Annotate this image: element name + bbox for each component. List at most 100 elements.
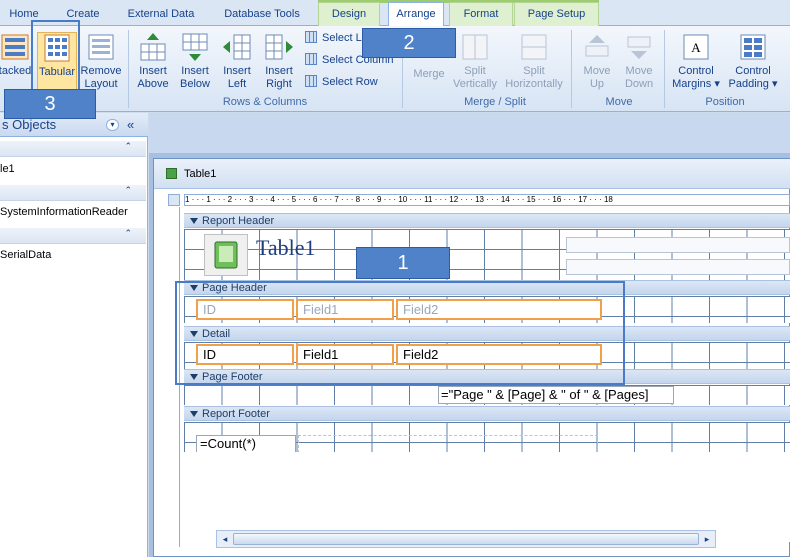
- select-column-icon: [305, 53, 317, 65]
- insert-below-icon: [182, 33, 208, 61]
- move-up-icon: [585, 35, 609, 57]
- select-row-icon: [305, 75, 317, 87]
- insert-right-icon: [265, 34, 293, 60]
- control-padding-button[interactable]: Control Padding ▾: [726, 32, 780, 91]
- nav-item-table1[interactable]: le1: [0, 163, 15, 175]
- control-padding-icon: [740, 34, 766, 60]
- split-horizontally-button[interactable]: Split Horizontally: [502, 32, 566, 91]
- nav-group-header[interactable]: ⌃: [0, 228, 146, 244]
- move-down-label-2: Down: [624, 78, 654, 90]
- remove-label: Remove: [80, 65, 122, 77]
- control-margins-label-2: Margins: [672, 78, 712, 90]
- navigation-pane-title: s Objects: [2, 117, 57, 132]
- select-layout-label: Select La: [322, 32, 368, 44]
- move-up-label-2: Up: [589, 78, 605, 90]
- move-down-label-1: Move: [625, 65, 653, 77]
- nav-item-serialdata[interactable]: SerialData: [0, 249, 51, 261]
- report-logo-icon: [214, 241, 238, 269]
- control-margins-label-1: Control: [678, 65, 714, 77]
- move-up-label-1: Move: [583, 65, 611, 77]
- merge-split-group-label: Merge / Split: [464, 96, 526, 108]
- collapse-pane-icon[interactable]: «: [127, 113, 134, 137]
- ribbon-separator: [571, 30, 572, 108]
- insert-left-label-2: Left: [227, 78, 247, 90]
- nav-dropdown-icon[interactable]: ▾: [106, 119, 119, 131]
- empty-footer-placeholder: [298, 435, 598, 453]
- layout-highlight: [175, 281, 625, 385]
- report-logo[interactable]: [204, 234, 248, 276]
- count-textbox[interactable]: =Count(*): [196, 435, 296, 453]
- horizontal-ruler: 1 · · · 1 · · · 2 · · · 3 · · · 4 · · · …: [184, 194, 790, 206]
- ruler-marks: 1 · · · 1 · · · 2 · · · 3 · · · 4 · · · …: [185, 195, 613, 204]
- tab-arrange[interactable]: Arrange: [388, 2, 444, 27]
- ribbon-tab-bar: Home Create External Data Database Tools…: [0, 0, 790, 27]
- split-vertically-button[interactable]: Split Vertically: [452, 32, 498, 91]
- report-window-title: Table1: [184, 168, 217, 180]
- select-row-label: Select Row: [322, 76, 378, 88]
- stacked-button[interactable]: tacked: [0, 32, 34, 78]
- tab-format[interactable]: Format: [449, 2, 513, 26]
- insert-above-label-2: Above: [137, 78, 169, 90]
- horizontal-scrollbar[interactable]: ◂ ▸: [216, 530, 716, 548]
- insert-below-label-1: Insert: [181, 65, 209, 77]
- navigation-pane: s Objects ▾ « ⌃ le1 ⌃ SystemInformationR…: [0, 113, 148, 557]
- merge-label: Merge: [413, 68, 445, 80]
- page-number-textbox[interactable]: ="Page " & [Page] & " of " & [Pages]: [438, 386, 674, 404]
- move-down-button[interactable]: Move Down: [620, 32, 658, 91]
- scroll-left-icon[interactable]: ◂: [217, 531, 233, 547]
- insert-below-button[interactable]: Insert Below: [176, 32, 214, 91]
- stacked-layout-icon: [1, 34, 29, 60]
- tab-page-setup[interactable]: Page Setup: [514, 2, 599, 26]
- tab-external-data[interactable]: External Data: [125, 5, 197, 23]
- insert-above-button[interactable]: Insert Above: [134, 32, 172, 91]
- control-padding-label-1: Control: [735, 65, 771, 77]
- nav-item-systeminformationreader[interactable]: SystemInformationReader: [0, 206, 128, 218]
- insert-left-label-1: Insert: [223, 65, 251, 77]
- time-control[interactable]: [566, 259, 790, 275]
- rows-columns-group-label: Rows & Columns: [222, 96, 308, 108]
- collapse-group-icon[interactable]: ⌃: [124, 141, 132, 152]
- scroll-right-icon[interactable]: ▸: [699, 531, 715, 547]
- remove-layout-icon: [88, 34, 114, 60]
- report-window-title-bar[interactable]: Table1: [154, 159, 790, 189]
- insert-left-icon: [223, 34, 251, 60]
- remove-layout-button[interactable]: Remove Layout: [80, 32, 122, 91]
- report-footer-band[interactable]: Report Footer: [184, 406, 790, 421]
- report-header-band[interactable]: Report Header: [184, 213, 790, 228]
- control-margins-button[interactable]: A Control Margins ▾: [670, 32, 722, 91]
- chevron-down-icon: ▾: [711, 78, 720, 90]
- insert-right-button[interactable]: Insert Right: [260, 32, 298, 91]
- callout-3: 3: [4, 89, 96, 119]
- move-group-label: Move: [605, 96, 633, 108]
- split-horizontally-label-2: Horizontally: [505, 78, 563, 90]
- select-layout-icon: [305, 31, 317, 43]
- split-vertically-label-1: Split: [464, 65, 486, 77]
- position-group-label: Position: [705, 96, 745, 108]
- split-vertically-label-2: Vertically: [452, 78, 498, 90]
- svg-text:A: A: [691, 40, 701, 55]
- insert-left-button[interactable]: Insert Left: [218, 32, 256, 91]
- document-top-strip: [149, 113, 790, 153]
- move-down-icon: [627, 36, 651, 59]
- insert-right-label-1: Insert: [265, 65, 293, 77]
- move-up-button[interactable]: Move Up: [578, 32, 616, 91]
- tab-database-tools[interactable]: Database Tools: [222, 5, 302, 23]
- collapse-group-icon[interactable]: ⌃: [124, 228, 132, 239]
- select-report-box[interactable]: [168, 194, 180, 206]
- stacked-label: tacked: [0, 65, 32, 77]
- split-horizontally-icon: [521, 34, 547, 60]
- insert-above-icon: [140, 33, 166, 61]
- report-icon: [166, 168, 177, 179]
- collapse-group-icon[interactable]: ⌃: [124, 185, 132, 196]
- ribbon-separator: [664, 30, 665, 108]
- select-row-button[interactable]: Select Row: [305, 75, 378, 89]
- design-surface-blank: [184, 452, 790, 542]
- date-control[interactable]: [566, 237, 790, 253]
- scrollbar-thumb[interactable]: [233, 533, 699, 545]
- control-margins-icon: A: [683, 34, 709, 60]
- report-title[interactable]: Table1: [256, 235, 316, 261]
- tab-design[interactable]: Design: [318, 2, 380, 26]
- nav-group-header[interactable]: ⌃: [0, 141, 146, 157]
- nav-group-header[interactable]: ⌃: [0, 185, 146, 201]
- select-layout-button[interactable]: Select La: [305, 31, 368, 45]
